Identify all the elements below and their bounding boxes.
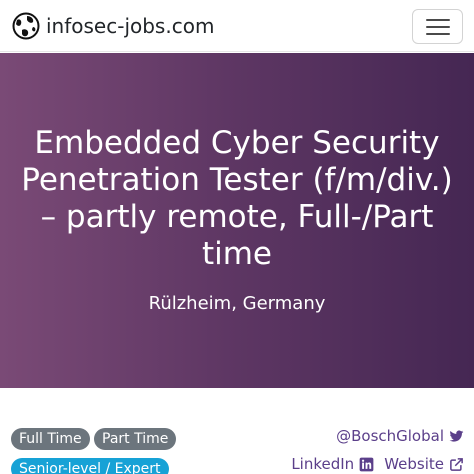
website-label: Website [384,455,444,473]
linkedin-link[interactable]: LinkedIn [291,454,374,474]
globe-lock-logo-icon [12,12,40,40]
website-link[interactable]: Website [384,454,464,474]
external-link-icon [450,457,463,471]
brand-home-link[interactable]: infosec-jobs.com [12,12,214,40]
company-links: @BoschGlobal LinkedIn Website [291,426,464,474]
job-title: Embedded Cyber Security Penetration Test… [21,125,453,272]
social-row: LinkedIn Website [291,454,464,474]
linkedin-icon [359,457,374,471]
hamburger-menu-icon-bar [425,32,450,35]
badge-part-time[interactable]: Part Time [94,428,177,450]
twitter-handle: @BoschGlobal [336,427,444,445]
hamburger-menu-icon-bar [425,25,450,28]
menu-toggle-button[interactable] [412,9,463,44]
job-location: Rülzheim, Germany [148,293,326,314]
brand-name: infosec-jobs.com [46,14,215,38]
job-hero-banner: Embedded Cyber Security Penetration Test… [0,53,474,388]
badge-senior-level[interactable]: Senior-level / Expert [11,458,169,474]
linkedin-label: LinkedIn [291,455,355,473]
twitter-link[interactable]: @BoschGlobal [336,426,464,446]
hamburger-menu-icon [425,18,450,21]
twitter-row: @BoschGlobal [291,426,464,446]
top-navbar: infosec-jobs.com [0,0,474,52]
badge-full-time[interactable]: Full Time [11,428,90,450]
twitter-icon [449,430,464,442]
